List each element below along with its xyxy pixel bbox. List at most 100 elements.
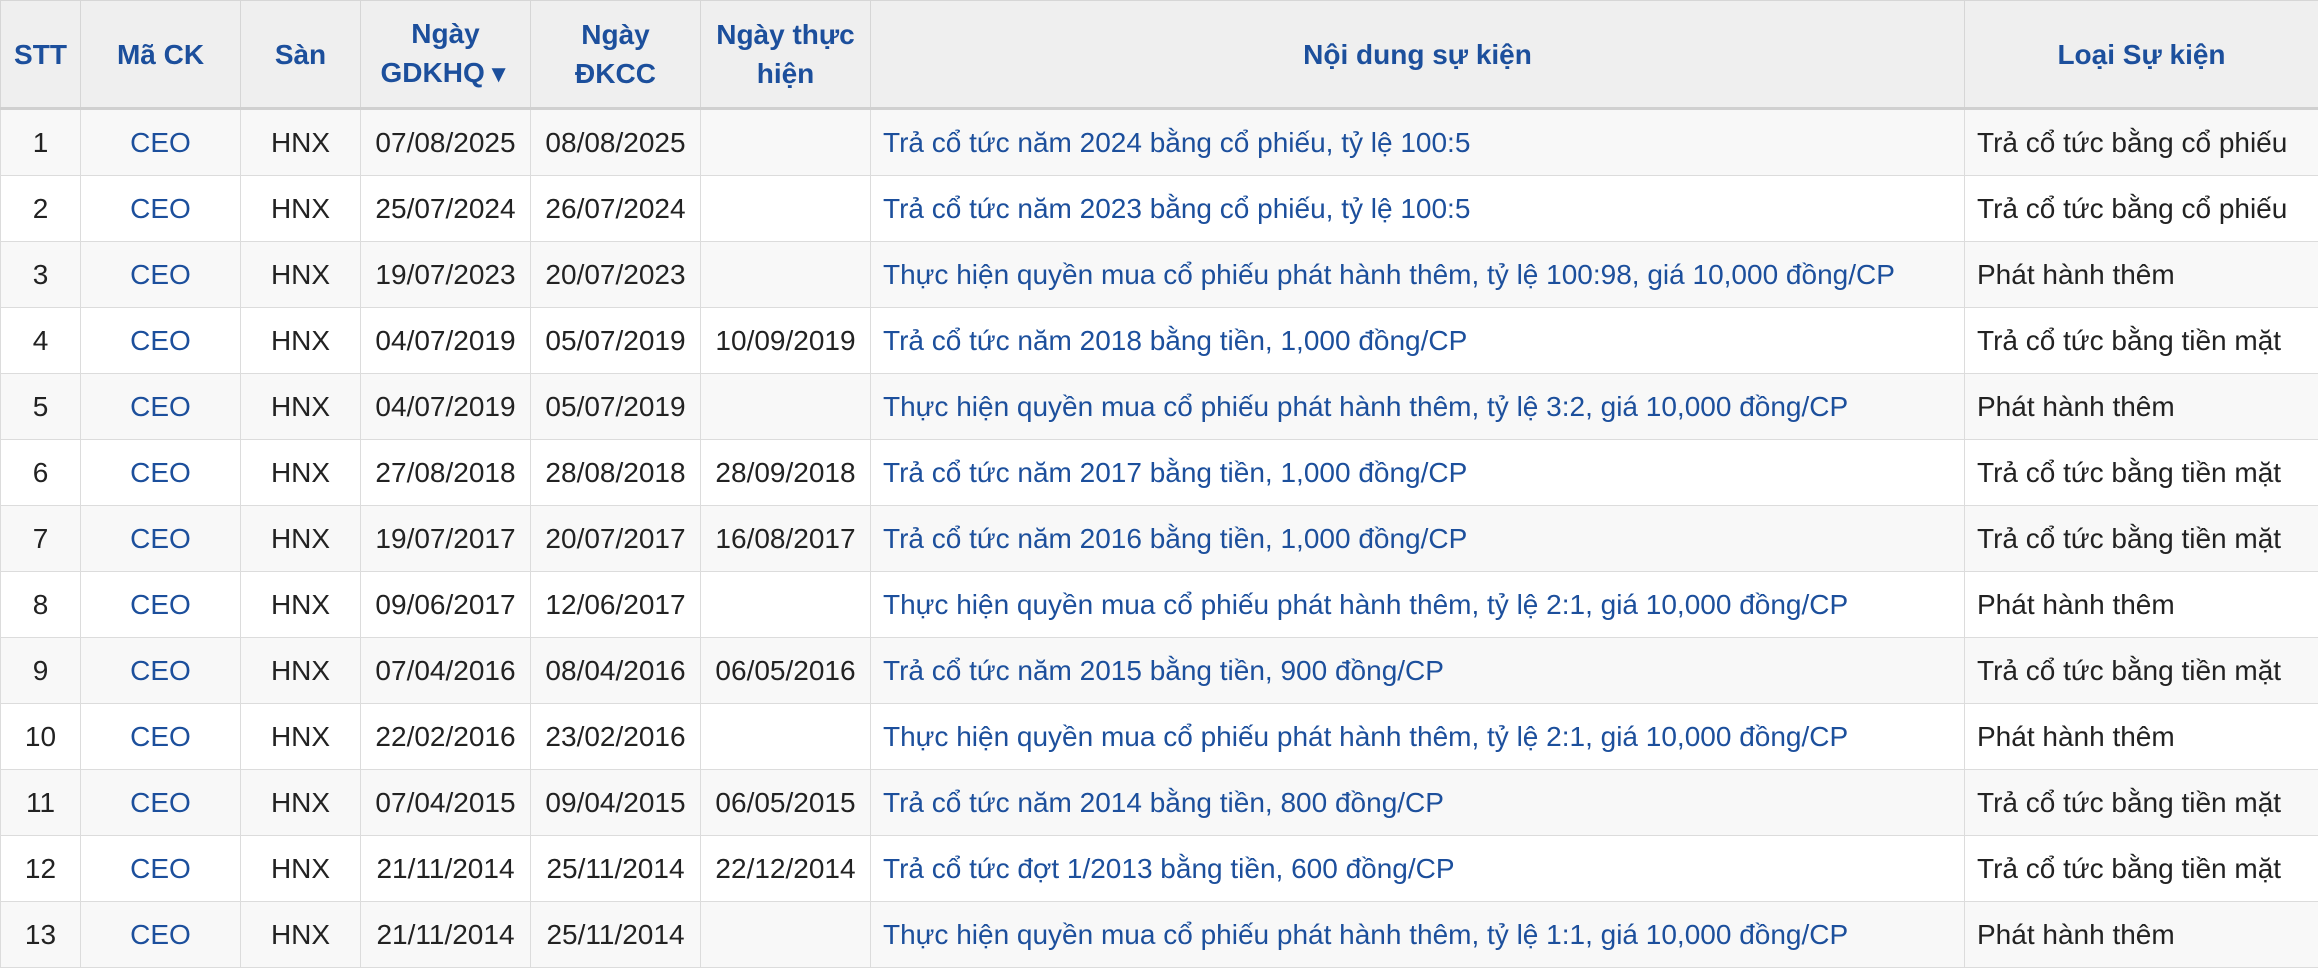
header-ngay-gdkhq[interactable]: Ngày GDKHQ▼ xyxy=(360,0,531,110)
cell-ngay-dkcc: 20/07/2017 xyxy=(530,505,701,572)
table-header: STT Mã CK Sàn Ngày GDKHQ▼ Ngày ĐKCC Ngày… xyxy=(0,0,2318,110)
cell-ma-ck-link[interactable]: CEO xyxy=(80,769,241,836)
cell-san: HNX xyxy=(240,703,361,770)
table-row: 12 CEO HNX 21/11/2014 25/11/2014 22/12/2… xyxy=(0,835,2318,902)
cell-loai: Trả cổ tức bằng cổ phiếu xyxy=(1964,175,2318,242)
cell-ngay-dkcc: 05/07/2019 xyxy=(530,307,701,374)
cell-ngay-thuc-hien xyxy=(700,241,871,308)
table-row: 6 CEO HNX 27/08/2018 28/08/2018 28/09/20… xyxy=(0,439,2318,506)
cell-ngay-thuc-hien xyxy=(700,175,871,242)
cell-ma-ck-link[interactable]: CEO xyxy=(80,373,241,440)
table-row: 7 CEO HNX 19/07/2017 20/07/2017 16/08/20… xyxy=(0,505,2318,572)
header-stt[interactable]: STT xyxy=(0,0,81,110)
header-ngay-dkcc-line1: Ngày xyxy=(581,19,650,50)
table-row: 9 CEO HNX 07/04/2016 08/04/2016 06/05/20… xyxy=(0,637,2318,704)
header-ngay-gdkhq-line2: GDKHQ xyxy=(380,57,485,88)
cell-ma-ck-link[interactable]: CEO xyxy=(80,901,241,968)
cell-san: HNX xyxy=(240,769,361,836)
cell-ma-ck-link[interactable]: CEO xyxy=(80,439,241,506)
cell-stt: 1 xyxy=(0,108,81,176)
cell-noi-dung-link[interactable]: Trả cổ tức năm 2014 bằng tiền, 800 đồng/… xyxy=(870,769,1965,836)
header-noi-dung-label: Nội dung sự kiện xyxy=(1303,38,1532,70)
cell-ngay-gdkhq: 22/02/2016 xyxy=(360,703,531,770)
cell-stt: 6 xyxy=(0,439,81,506)
table-row: 4 CEO HNX 04/07/2019 05/07/2019 10/09/20… xyxy=(0,307,2318,374)
cell-ma-ck-link[interactable]: CEO xyxy=(80,307,241,374)
events-table: STT Mã CK Sàn Ngày GDKHQ▼ Ngày ĐKCC Ngày… xyxy=(0,0,2318,968)
cell-ngay-gdkhq: 25/07/2024 xyxy=(360,175,531,242)
cell-loai: Trả cổ tức bằng tiền mặt xyxy=(1964,637,2318,704)
cell-noi-dung-link[interactable]: Thực hiện quyền mua cổ phiếu phát hành t… xyxy=(870,571,1965,638)
cell-loai: Trả cổ tức bằng tiền mặt xyxy=(1964,505,2318,572)
cell-stt: 4 xyxy=(0,307,81,374)
header-stt-label: STT xyxy=(14,38,67,70)
cell-stt: 12 xyxy=(0,835,81,902)
cell-noi-dung-link[interactable]: Trả cổ tức năm 2017 bằng tiền, 1,000 đồn… xyxy=(870,439,1965,506)
cell-ngay-thuc-hien xyxy=(700,373,871,440)
cell-ngay-dkcc: 08/04/2016 xyxy=(530,637,701,704)
cell-ngay-dkcc: 09/04/2015 xyxy=(530,769,701,836)
cell-loai: Phát hành thêm xyxy=(1964,703,2318,770)
cell-ngay-gdkhq: 19/07/2017 xyxy=(360,505,531,572)
table-row: 2 CEO HNX 25/07/2024 26/07/2024 Trả cổ t… xyxy=(0,175,2318,242)
cell-ma-ck-link[interactable]: CEO xyxy=(80,175,241,242)
cell-ma-ck-link[interactable]: CEO xyxy=(80,505,241,572)
header-loai-su-kien[interactable]: Loại Sự kiện xyxy=(1964,0,2318,110)
header-ngay-thuc-hien-line2: hiện xyxy=(756,58,815,89)
cell-noi-dung-link[interactable]: Thực hiện quyền mua cổ phiếu phát hành t… xyxy=(870,241,1965,308)
header-san[interactable]: Sàn xyxy=(240,0,361,110)
table-row: 13 CEO HNX 21/11/2014 25/11/2014 Thực hi… xyxy=(0,901,2318,968)
header-ngay-gdkhq-line1: Ngày xyxy=(411,18,480,49)
cell-noi-dung-link[interactable]: Trả cổ tức năm 2015 bằng tiền, 900 đồng/… xyxy=(870,637,1965,704)
cell-ngay-dkcc: 23/02/2016 xyxy=(530,703,701,770)
cell-noi-dung-link[interactable]: Trả cổ tức năm 2016 bằng tiền, 1,000 đồn… xyxy=(870,505,1965,572)
cell-stt: 8 xyxy=(0,571,81,638)
cell-ngay-gdkhq: 21/11/2014 xyxy=(360,901,531,968)
header-ma-ck[interactable]: Mã CK xyxy=(80,0,241,110)
header-ngay-thuc-hien[interactable]: Ngày thực hiện xyxy=(700,0,871,110)
cell-ngay-gdkhq: 04/07/2019 xyxy=(360,307,531,374)
cell-noi-dung-link[interactable]: Trả cổ tức đợt 1/2013 bằng tiền, 600 đồn… xyxy=(870,835,1965,902)
cell-ma-ck-link[interactable]: CEO xyxy=(80,108,241,176)
header-noi-dung[interactable]: Nội dung sự kiện xyxy=(870,0,1965,110)
cell-ngay-thuc-hien: 10/09/2019 xyxy=(700,307,871,374)
cell-stt: 3 xyxy=(0,241,81,308)
cell-ngay-thuc-hien: 16/08/2017 xyxy=(700,505,871,572)
cell-noi-dung-link[interactable]: Trả cổ tức năm 2023 bằng cổ phiếu, tỷ lệ… xyxy=(870,175,1965,242)
cell-ma-ck-link[interactable]: CEO xyxy=(80,703,241,770)
cell-loai: Trả cổ tức bằng tiền mặt xyxy=(1964,769,2318,836)
cell-loai: Phát hành thêm xyxy=(1964,901,2318,968)
cell-san: HNX xyxy=(240,835,361,902)
cell-ma-ck-link[interactable]: CEO xyxy=(80,571,241,638)
cell-ma-ck-link[interactable]: CEO xyxy=(80,637,241,704)
table-row: 3 CEO HNX 19/07/2023 20/07/2023 Thực hiệ… xyxy=(0,241,2318,308)
cell-ma-ck-link[interactable]: CEO xyxy=(80,241,241,308)
cell-noi-dung-link[interactable]: Trả cổ tức năm 2018 bằng tiền, 1,000 đồn… xyxy=(870,307,1965,374)
cell-loai: Trả cổ tức bằng tiền mặt xyxy=(1964,835,2318,902)
header-san-label: Sàn xyxy=(274,38,327,70)
cell-loai: Trả cổ tức bằng tiền mặt xyxy=(1964,439,2318,506)
header-ma-ck-label: Mã CK xyxy=(116,38,205,70)
cell-san: HNX xyxy=(240,571,361,638)
header-ngay-dkcc[interactable]: Ngày ĐKCC xyxy=(530,0,701,110)
cell-noi-dung-link[interactable]: Thực hiện quyền mua cổ phiếu phát hành t… xyxy=(870,373,1965,440)
cell-stt: 9 xyxy=(0,637,81,704)
cell-san: HNX xyxy=(240,901,361,968)
cell-ngay-thuc-hien: 06/05/2015 xyxy=(700,769,871,836)
cell-loai: Phát hành thêm xyxy=(1964,373,2318,440)
cell-noi-dung-link[interactable]: Trả cổ tức năm 2024 bằng cổ phiếu, tỷ lệ… xyxy=(870,108,1965,176)
cell-san: HNX xyxy=(240,307,361,374)
table-body: 1 CEO HNX 07/08/2025 08/08/2025 Trả cổ t… xyxy=(0,108,2318,968)
header-row: STT Mã CK Sàn Ngày GDKHQ▼ Ngày ĐKCC Ngày… xyxy=(0,0,2318,110)
cell-ngay-gdkhq: 07/08/2025 xyxy=(360,108,531,176)
cell-loai: Trả cổ tức bằng cổ phiếu xyxy=(1964,108,2318,176)
cell-san: HNX xyxy=(240,108,361,176)
table-row: 8 CEO HNX 09/06/2017 12/06/2017 Thực hiệ… xyxy=(0,571,2318,638)
cell-stt: 5 xyxy=(0,373,81,440)
cell-ngay-dkcc: 25/11/2014 xyxy=(530,901,701,968)
cell-noi-dung-link[interactable]: Thực hiện quyền mua cổ phiếu phát hành t… xyxy=(870,901,1965,968)
cell-ngay-thuc-hien xyxy=(700,703,871,770)
cell-ma-ck-link[interactable]: CEO xyxy=(80,835,241,902)
sort-descending-icon[interactable]: ▼ xyxy=(487,61,511,88)
cell-noi-dung-link[interactable]: Thực hiện quyền mua cổ phiếu phát hành t… xyxy=(870,703,1965,770)
